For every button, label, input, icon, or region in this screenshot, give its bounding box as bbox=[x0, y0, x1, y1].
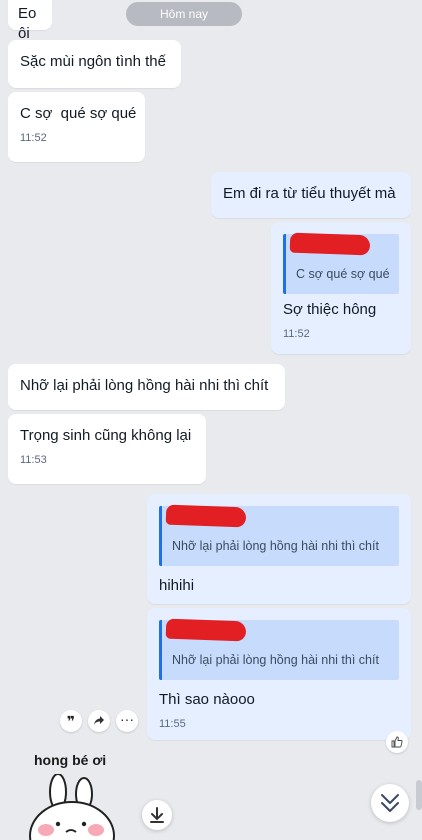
message-bubble-incoming[interactable]: Trọng sinh cũng không lại 11:53 bbox=[8, 414, 206, 484]
message-bubble-outgoing[interactable]: Nhỡ lại phải lòng hồng hài nhi thì chít … bbox=[147, 494, 411, 604]
sticker-caption: hong bé ơi bbox=[34, 752, 107, 768]
message-text: Sặc mùi ngôn tình thế bbox=[20, 53, 166, 70]
message-time: 11:52 bbox=[283, 328, 310, 340]
date-divider: Hôm nay bbox=[126, 2, 242, 26]
message-time: 11:52 bbox=[20, 132, 47, 144]
redacted-name bbox=[289, 232, 371, 256]
quote-text: Nhỡ lại phải lòng hồng hài nhi thì chít bbox=[172, 539, 379, 553]
message-time: 11:55 bbox=[159, 718, 186, 730]
download-button[interactable] bbox=[142, 800, 172, 830]
message-bubble-incoming[interactable]: Nhỡ lại phải lòng hồng hài nhi thì chít bbox=[8, 364, 285, 410]
quote-text: Nhỡ lại phải lòng hồng hài nhi thì chít bbox=[172, 653, 379, 667]
message-text: Thì sao nàooo bbox=[159, 691, 255, 708]
message-bubble-outgoing[interactable]: Em đi ra từ tiểu thuyết mà bbox=[211, 172, 411, 218]
message-text: Nhỡ lại phải lòng hồng hài nhi thì chít bbox=[20, 377, 269, 394]
redacted-name bbox=[165, 504, 247, 528]
message-bubble-incoming[interactable]: Sặc mùi ngôn tình thế bbox=[8, 40, 181, 88]
message-text: Em đi ra từ tiểu thuyết mà bbox=[223, 185, 396, 202]
message-bubble-incoming[interactable]: Eo ôi bbox=[8, 0, 52, 42]
message-bubble-outgoing[interactable]: Nhỡ lại phải lòng hồng hài nhi thì chít … bbox=[147, 608, 411, 740]
message-text: C sợ qué sợ qué bbox=[20, 105, 137, 122]
message-text: hihihi bbox=[159, 577, 195, 594]
reply-quote[interactable]: Nhỡ lại phải lòng hồng hài nhi thì chít bbox=[159, 504, 399, 566]
message-text: Sợ thiệc hông bbox=[283, 301, 377, 318]
message-bubble-incoming[interactable]: C sợ qué sợ qué 11:52 bbox=[8, 92, 145, 162]
like-icon[interactable] bbox=[386, 731, 408, 753]
redacted-name bbox=[165, 618, 247, 642]
quote-text: C sợ qué sợ qué bbox=[296, 267, 390, 281]
message-bubble-outgoing[interactable]: C sợ qué sợ qué Sợ thiệc hông 11:52 bbox=[271, 222, 411, 354]
reply-quote[interactable]: Nhỡ lại phải lòng hồng hài nhi thì chít bbox=[159, 618, 399, 680]
message-text: Trọng sinh cũng không lại bbox=[20, 427, 192, 444]
reply-quote[interactable]: C sợ qué sợ qué bbox=[283, 232, 399, 294]
more-icon[interactable]: ··· bbox=[116, 710, 138, 732]
quote-icon[interactable]: ❞ bbox=[60, 710, 82, 732]
sticker[interactable]: hong bé ơi bbox=[22, 750, 132, 840]
chevron-double-down-icon bbox=[381, 794, 399, 812]
message-text: Eo ôi bbox=[18, 5, 37, 42]
scroll-to-bottom-button[interactable] bbox=[371, 784, 409, 822]
message-time: 11:53 bbox=[20, 454, 47, 466]
forward-icon[interactable] bbox=[88, 710, 110, 732]
download-icon bbox=[150, 807, 164, 823]
scrollbar[interactable] bbox=[416, 780, 422, 810]
bunny-sticker-image bbox=[29, 774, 115, 840]
